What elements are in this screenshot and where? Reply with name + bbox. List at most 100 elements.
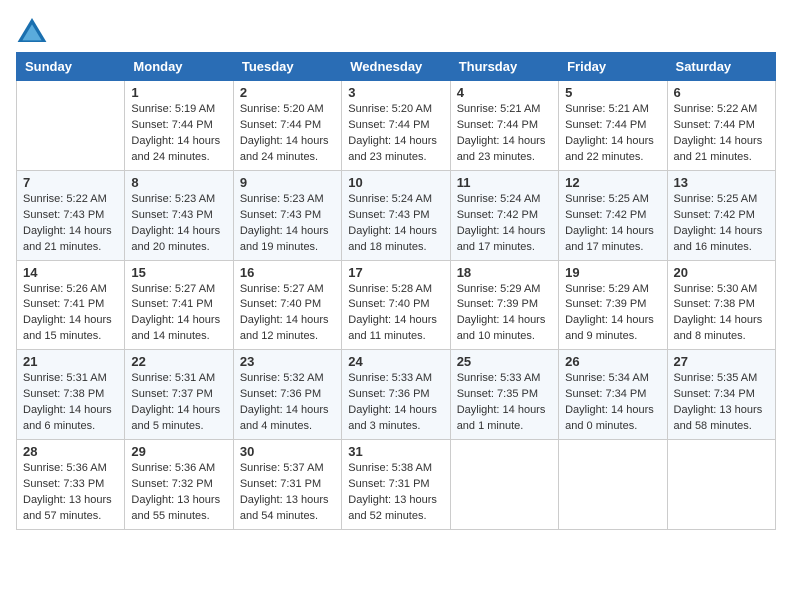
calendar-header-tuesday: Tuesday <box>233 53 341 81</box>
calendar-cell: 13 Sunrise: 5:25 AM Sunset: 7:42 PM Dayli… <box>667 170 775 260</box>
day-number: 29 <box>131 444 226 459</box>
day-number: 22 <box>131 354 226 369</box>
logo-icon <box>16 16 48 44</box>
calendar-cell: 15 Sunrise: 5:27 AM Sunset: 7:41 PM Dayli… <box>125 260 233 350</box>
day-info: Sunrise: 5:24 AM Sunset: 7:42 PM Dayligh… <box>457 192 552 256</box>
calendar-cell: 11 Sunrise: 5:24 AM Sunset: 7:42 PM Dayli… <box>450 170 558 260</box>
day-info: Sunrise: 5:24 AM Sunset: 7:43 PM Dayligh… <box>348 192 443 256</box>
day-info: Sunrise: 5:20 AM Sunset: 7:44 PM Dayligh… <box>240 102 335 166</box>
day-number: 16 <box>240 265 335 280</box>
day-info: Sunrise: 5:36 AM Sunset: 7:33 PM Dayligh… <box>23 461 118 525</box>
day-number: 4 <box>457 85 552 100</box>
calendar-cell <box>450 440 558 530</box>
day-info: Sunrise: 5:29 AM Sunset: 7:39 PM Dayligh… <box>457 282 552 346</box>
day-info: Sunrise: 5:34 AM Sunset: 7:34 PM Dayligh… <box>565 371 660 435</box>
calendar-cell: 2Sunrise: 5:20 AM Sunset: 7:44 PM Daylig… <box>233 81 341 171</box>
day-info: Sunrise: 5:26 AM Sunset: 7:41 PM Dayligh… <box>23 282 118 346</box>
calendar-table: SundayMondayTuesdayWednesdayThursdayFrid… <box>16 52 776 530</box>
calendar-cell: 1 Sunrise: 5:19 AM Sunset: 7:44 PM Daylig… <box>125 81 233 171</box>
day-info: Sunrise: 5:20 AM Sunset: 7:44 PM Dayligh… <box>348 102 443 166</box>
day-number: 26 <box>565 354 660 369</box>
calendar-cell: 4 Sunrise: 5:21 AM Sunset: 7:44 PM Daylig… <box>450 81 558 171</box>
day-number: 15 <box>131 265 226 280</box>
day-number: 19 <box>565 265 660 280</box>
day-info: Sunrise: 5:25 AM Sunset: 7:42 PM Dayligh… <box>674 192 769 256</box>
day-info: Sunrise: 5:27 AM Sunset: 7:41 PM Dayligh… <box>131 282 226 346</box>
day-number: 24 <box>348 354 443 369</box>
calendar-cell: 23 Sunrise: 5:32 AM Sunset: 7:36 PM Dayli… <box>233 350 341 440</box>
calendar-header-row: SundayMondayTuesdayWednesdayThursdayFrid… <box>17 53 776 81</box>
calendar-cell: 7 Sunrise: 5:22 AM Sunset: 7:43 PM Daylig… <box>17 170 125 260</box>
calendar-cell <box>17 81 125 171</box>
calendar-header-saturday: Saturday <box>667 53 775 81</box>
calendar-week-row: 28Sunrise: 5:36 AM Sunset: 7:33 PM Dayli… <box>17 440 776 530</box>
day-number: 23 <box>240 354 335 369</box>
day-number: 14 <box>23 265 118 280</box>
day-number: 30 <box>240 444 335 459</box>
calendar-cell: 6Sunrise: 5:22 AM Sunset: 7:44 PM Daylig… <box>667 81 775 171</box>
day-number: 17 <box>348 265 443 280</box>
calendar-cell: 16 Sunrise: 5:27 AM Sunset: 7:40 PM Dayli… <box>233 260 341 350</box>
day-number: 11 <box>457 175 552 190</box>
day-info: Sunrise: 5:33 AM Sunset: 7:36 PM Dayligh… <box>348 371 443 435</box>
day-number: 6 <box>674 85 769 100</box>
day-info: Sunrise: 5:32 AM Sunset: 7:36 PM Dayligh… <box>240 371 335 435</box>
day-number: 9 <box>240 175 335 190</box>
calendar-header-friday: Friday <box>559 53 667 81</box>
calendar-cell: 17 Sunrise: 5:28 AM Sunset: 7:40 PM Dayli… <box>342 260 450 350</box>
calendar-week-row: 21Sunrise: 5:31 AM Sunset: 7:38 PM Dayli… <box>17 350 776 440</box>
calendar-cell: 28Sunrise: 5:36 AM Sunset: 7:33 PM Dayli… <box>17 440 125 530</box>
day-info: Sunrise: 5:27 AM Sunset: 7:40 PM Dayligh… <box>240 282 335 346</box>
calendar-cell: 19Sunrise: 5:29 AM Sunset: 7:39 PM Dayli… <box>559 260 667 350</box>
calendar-week-row: 1 Sunrise: 5:19 AM Sunset: 7:44 PM Daylig… <box>17 81 776 171</box>
calendar-cell: 12 Sunrise: 5:25 AM Sunset: 7:42 PM Dayli… <box>559 170 667 260</box>
calendar-cell: 20 Sunrise: 5:30 AM Sunset: 7:38 PM Dayli… <box>667 260 775 350</box>
day-number: 13 <box>674 175 769 190</box>
day-info: Sunrise: 5:23 AM Sunset: 7:43 PM Dayligh… <box>131 192 226 256</box>
calendar-week-row: 14 Sunrise: 5:26 AM Sunset: 7:41 PM Dayli… <box>17 260 776 350</box>
day-number: 12 <box>565 175 660 190</box>
calendar-cell: 27Sunrise: 5:35 AM Sunset: 7:34 PM Dayli… <box>667 350 775 440</box>
calendar-header-monday: Monday <box>125 53 233 81</box>
day-info: Sunrise: 5:28 AM Sunset: 7:40 PM Dayligh… <box>348 282 443 346</box>
day-number: 10 <box>348 175 443 190</box>
day-info: Sunrise: 5:25 AM Sunset: 7:42 PM Dayligh… <box>565 192 660 256</box>
day-info: Sunrise: 5:33 AM Sunset: 7:35 PM Dayligh… <box>457 371 552 435</box>
calendar-cell: 22 Sunrise: 5:31 AM Sunset: 7:37 PM Dayli… <box>125 350 233 440</box>
day-number: 27 <box>674 354 769 369</box>
day-info: Sunrise: 5:21 AM Sunset: 7:44 PM Dayligh… <box>457 102 552 166</box>
calendar-cell: 26 Sunrise: 5:34 AM Sunset: 7:34 PM Dayli… <box>559 350 667 440</box>
calendar-cell: 25 Sunrise: 5:33 AM Sunset: 7:35 PM Dayli… <box>450 350 558 440</box>
calendar-cell: 9 Sunrise: 5:23 AM Sunset: 7:43 PM Daylig… <box>233 170 341 260</box>
calendar-cell: 21Sunrise: 5:31 AM Sunset: 7:38 PM Dayli… <box>17 350 125 440</box>
day-info: Sunrise: 5:30 AM Sunset: 7:38 PM Dayligh… <box>674 282 769 346</box>
calendar-header-wednesday: Wednesday <box>342 53 450 81</box>
day-info: Sunrise: 5:19 AM Sunset: 7:44 PM Dayligh… <box>131 102 226 166</box>
day-number: 8 <box>131 175 226 190</box>
day-number: 21 <box>23 354 118 369</box>
day-info: Sunrise: 5:36 AM Sunset: 7:32 PM Dayligh… <box>131 461 226 525</box>
calendar-cell <box>559 440 667 530</box>
day-info: Sunrise: 5:22 AM Sunset: 7:43 PM Dayligh… <box>23 192 118 256</box>
calendar-week-row: 7 Sunrise: 5:22 AM Sunset: 7:43 PM Daylig… <box>17 170 776 260</box>
day-info: Sunrise: 5:31 AM Sunset: 7:37 PM Dayligh… <box>131 371 226 435</box>
day-number: 18 <box>457 265 552 280</box>
calendar-cell: 24 Sunrise: 5:33 AM Sunset: 7:36 PM Dayli… <box>342 350 450 440</box>
calendar-cell: 29 Sunrise: 5:36 AM Sunset: 7:32 PM Dayli… <box>125 440 233 530</box>
day-info: Sunrise: 5:37 AM Sunset: 7:31 PM Dayligh… <box>240 461 335 525</box>
day-info: Sunrise: 5:38 AM Sunset: 7:31 PM Dayligh… <box>348 461 443 525</box>
calendar-header-sunday: Sunday <box>17 53 125 81</box>
day-number: 25 <box>457 354 552 369</box>
calendar-cell: 31Sunrise: 5:38 AM Sunset: 7:31 PM Dayli… <box>342 440 450 530</box>
calendar-cell: 5Sunrise: 5:21 AM Sunset: 7:44 PM Daylig… <box>559 81 667 171</box>
day-info: Sunrise: 5:23 AM Sunset: 7:43 PM Dayligh… <box>240 192 335 256</box>
day-number: 7 <box>23 175 118 190</box>
calendar-header-thursday: Thursday <box>450 53 558 81</box>
day-number: 1 <box>131 85 226 100</box>
logo <box>16 16 52 44</box>
calendar-cell: 30 Sunrise: 5:37 AM Sunset: 7:31 PM Dayli… <box>233 440 341 530</box>
day-number: 20 <box>674 265 769 280</box>
calendar-cell: 10 Sunrise: 5:24 AM Sunset: 7:43 PM Dayli… <box>342 170 450 260</box>
calendar-cell: 3Sunrise: 5:20 AM Sunset: 7:44 PM Daylig… <box>342 81 450 171</box>
page-header <box>16 16 776 44</box>
